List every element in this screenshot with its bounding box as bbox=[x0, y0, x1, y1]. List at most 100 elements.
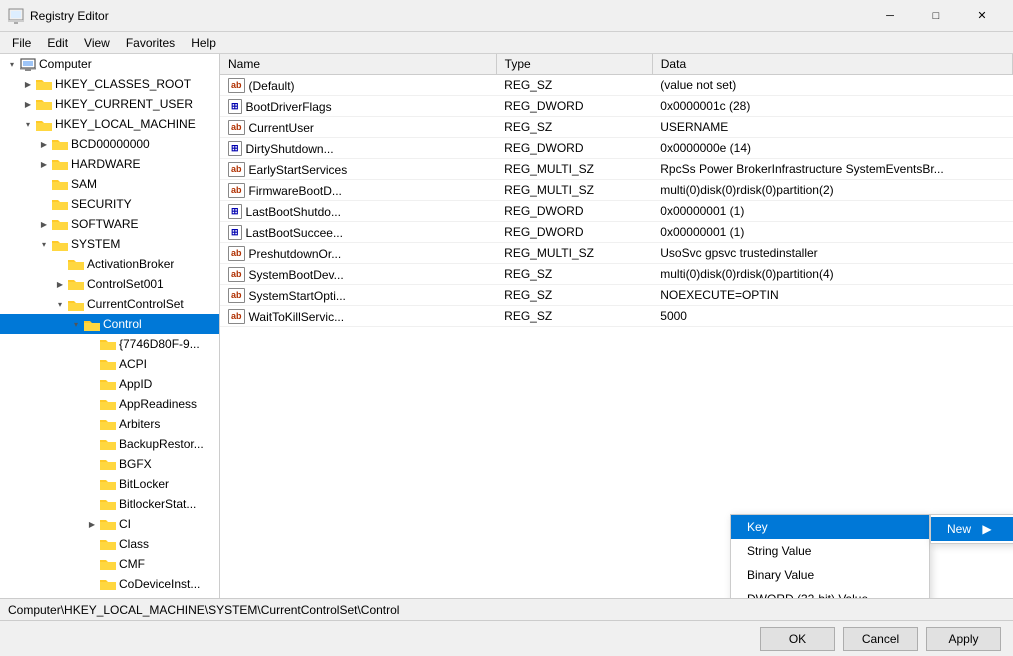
menu-item-favorites[interactable]: Favorites bbox=[118, 34, 183, 52]
submenu-new-item[interactable]: New ▶ bbox=[931, 517, 1013, 541]
tree-expander-hklm[interactable]: ▾ bbox=[20, 116, 36, 132]
folder-icon-ci bbox=[100, 517, 116, 531]
tree-item-guid7746[interactable]: {7746D80F-9... bbox=[0, 334, 219, 354]
table-row[interactable]: ab (Default)REG_SZ(value not set) bbox=[220, 75, 1013, 96]
folder-icon-hkcr bbox=[36, 77, 52, 91]
tree-item-cmf[interactable]: CMF bbox=[0, 554, 219, 574]
table-row[interactable]: ab SystemStartOpti...REG_SZNOEXECUTE=OPT… bbox=[220, 285, 1013, 306]
tree-item-bitlocker[interactable]: BitLocker bbox=[0, 474, 219, 494]
tree-expander-hardware[interactable]: ▶ bbox=[36, 156, 52, 172]
tree-item-arbiters[interactable]: Arbiters bbox=[0, 414, 219, 434]
tree-item-security[interactable]: SECURITY bbox=[0, 194, 219, 214]
tree-expander-activationbroker[interactable] bbox=[52, 256, 68, 272]
tree-label-sam: SAM bbox=[71, 177, 97, 191]
tree-item-class[interactable]: Class bbox=[0, 534, 219, 554]
tree-expander-bcd[interactable]: ▶ bbox=[36, 136, 52, 152]
tree-item-hklm[interactable]: ▾ HKEY_LOCAL_MACHINE bbox=[0, 114, 219, 134]
tree-item-activationbroker[interactable]: ActivationBroker bbox=[0, 254, 219, 274]
tree-item-hkcu[interactable]: ▶ HKEY_CURRENT_USER bbox=[0, 94, 219, 114]
tree-item-bitlockerstatus[interactable]: BitlockerStat... bbox=[0, 494, 219, 514]
tree-expander-bitlocker[interactable] bbox=[84, 476, 100, 492]
tree-item-control[interactable]: ▾ Control bbox=[0, 314, 219, 334]
value-name: ab SystemBootDev... bbox=[220, 264, 496, 285]
tree-expander-class[interactable] bbox=[84, 536, 100, 552]
tree-item-appreadiness[interactable]: AppReadiness bbox=[0, 394, 219, 414]
col-data: Data bbox=[652, 54, 1012, 75]
tree-expander-bgfx[interactable] bbox=[84, 456, 100, 472]
tree-item-acpi[interactable]: ACPI bbox=[0, 354, 219, 374]
context-menu-binary-value[interactable]: Binary Value bbox=[731, 563, 929, 587]
tree-item-computer[interactable]: ▾ Computer bbox=[0, 54, 219, 74]
folder-icon-arbiters bbox=[100, 417, 116, 431]
ok-button[interactable]: OK bbox=[760, 627, 835, 651]
tree-expander-computer[interactable]: ▾ bbox=[4, 56, 20, 72]
folder-icon-bgfx bbox=[100, 457, 116, 471]
table-row[interactable]: ⊞ DirtyShutdown...REG_DWORD0x0000000e (1… bbox=[220, 138, 1013, 159]
cancel-button[interactable]: Cancel bbox=[843, 627, 918, 651]
binary-value-label: Binary Value bbox=[747, 568, 814, 582]
tree-expander-control[interactable]: ▾ bbox=[68, 316, 84, 332]
tree-item-system[interactable]: ▾ SYSTEM bbox=[0, 234, 219, 254]
value-type: REG_MULTI_SZ bbox=[496, 243, 652, 264]
tree-item-hkcr[interactable]: ▶ HKEY_CLASSES_ROOT bbox=[0, 74, 219, 94]
tree-expander-bitlockerstatus[interactable] bbox=[84, 496, 100, 512]
dword-value-label: DWORD (32-bit) Value bbox=[747, 592, 868, 598]
tree-expander-software[interactable]: ▶ bbox=[36, 216, 52, 232]
context-menu-key-item[interactable]: Key bbox=[731, 515, 929, 539]
table-row[interactable]: ab CurrentUserREG_SZUSERNAME bbox=[220, 117, 1013, 138]
menu-item-edit[interactable]: Edit bbox=[39, 34, 76, 52]
value-name: ab (Default) bbox=[220, 75, 496, 96]
tree-expander-appid[interactable] bbox=[84, 376, 100, 392]
tree-item-currentcontrolset[interactable]: ▾ CurrentControlSet bbox=[0, 294, 219, 314]
tree-expander-arbiters[interactable] bbox=[84, 416, 100, 432]
table-row[interactable]: ⊞ LastBootSuccee...REG_DWORD0x00000001 (… bbox=[220, 222, 1013, 243]
value-data: 0x0000001c (28) bbox=[652, 96, 1012, 117]
value-name: ⊞ LastBootSuccee... bbox=[220, 222, 496, 243]
apply-button[interactable]: Apply bbox=[926, 627, 1001, 651]
tree-item-ci[interactable]: ▶ CI bbox=[0, 514, 219, 534]
tree-item-codeviceinst[interactable]: CoDeviceInst... bbox=[0, 574, 219, 594]
tree-expander-acpi[interactable] bbox=[84, 356, 100, 372]
folder-icon-activationbroker bbox=[68, 257, 84, 271]
table-row[interactable]: ab EarlyStartServicesREG_MULTI_SZRpcSs P… bbox=[220, 159, 1013, 180]
tree-item-hardware[interactable]: ▶ HARDWARE bbox=[0, 154, 219, 174]
menu-item-view[interactable]: View bbox=[76, 34, 118, 52]
maximize-button[interactable]: □ bbox=[913, 0, 959, 32]
tree-item-appid[interactable]: AppID bbox=[0, 374, 219, 394]
tree-expander-backuprestore[interactable] bbox=[84, 436, 100, 452]
close-button[interactable]: ✕ bbox=[959, 0, 1005, 32]
tree-item-bgfx[interactable]: BGFX bbox=[0, 454, 219, 474]
table-row[interactable]: ab SystemBootDev...REG_SZmulti(0)disk(0)… bbox=[220, 264, 1013, 285]
tree-pane: ▾ Computer▶ HKEY_CLASSES_ROOT▶ HKEY_CURR… bbox=[0, 54, 220, 598]
status-path: Computer\HKEY_LOCAL_MACHINE\SYSTEM\Curre… bbox=[8, 603, 399, 617]
tree-expander-guid7746[interactable] bbox=[84, 336, 100, 352]
tree-item-software[interactable]: ▶ SOFTWARE bbox=[0, 214, 219, 234]
value-type: REG_MULTI_SZ bbox=[496, 180, 652, 201]
tree-expander-ci[interactable]: ▶ bbox=[84, 516, 100, 532]
tree-expander-codeviceinst[interactable] bbox=[84, 576, 100, 592]
table-row[interactable]: ⊞ BootDriverFlagsREG_DWORD0x0000001c (28… bbox=[220, 96, 1013, 117]
minimize-button[interactable]: ─ bbox=[867, 0, 913, 32]
context-menu-dword-value[interactable]: DWORD (32-bit) Value bbox=[731, 587, 929, 598]
tree-expander-appreadiness[interactable] bbox=[84, 396, 100, 412]
tree-expander-controlset001[interactable]: ▶ bbox=[52, 276, 68, 292]
tree-expander-system[interactable]: ▾ bbox=[36, 236, 52, 252]
tree-label-hardware: HARDWARE bbox=[71, 157, 141, 171]
tree-item-controlset001[interactable]: ▶ ControlSet001 bbox=[0, 274, 219, 294]
tree-expander-sam[interactable] bbox=[36, 176, 52, 192]
menu-item-file[interactable]: File bbox=[4, 34, 39, 52]
table-row[interactable]: ⊞ LastBootShutdo...REG_DWORD0x00000001 (… bbox=[220, 201, 1013, 222]
tree-expander-security[interactable] bbox=[36, 196, 52, 212]
table-row[interactable]: ab PreshutdownOr...REG_MULTI_SZUsoSvc gp… bbox=[220, 243, 1013, 264]
tree-item-bcd[interactable]: ▶ BCD00000000 bbox=[0, 134, 219, 154]
table-row[interactable]: ab FirmwareBootD...REG_MULTI_SZmulti(0)d… bbox=[220, 180, 1013, 201]
tree-expander-hkcu[interactable]: ▶ bbox=[20, 96, 36, 112]
tree-expander-currentcontrolset[interactable]: ▾ bbox=[52, 296, 68, 312]
tree-expander-hkcr[interactable]: ▶ bbox=[20, 76, 36, 92]
tree-item-backuprestore[interactable]: BackupRestor... bbox=[0, 434, 219, 454]
tree-item-sam[interactable]: SAM bbox=[0, 174, 219, 194]
table-row[interactable]: ab WaitToKillServic...REG_SZ5000 bbox=[220, 306, 1013, 327]
tree-expander-cmf[interactable] bbox=[84, 556, 100, 572]
context-menu-string-value[interactable]: String Value bbox=[731, 539, 929, 563]
menu-item-help[interactable]: Help bbox=[183, 34, 224, 52]
